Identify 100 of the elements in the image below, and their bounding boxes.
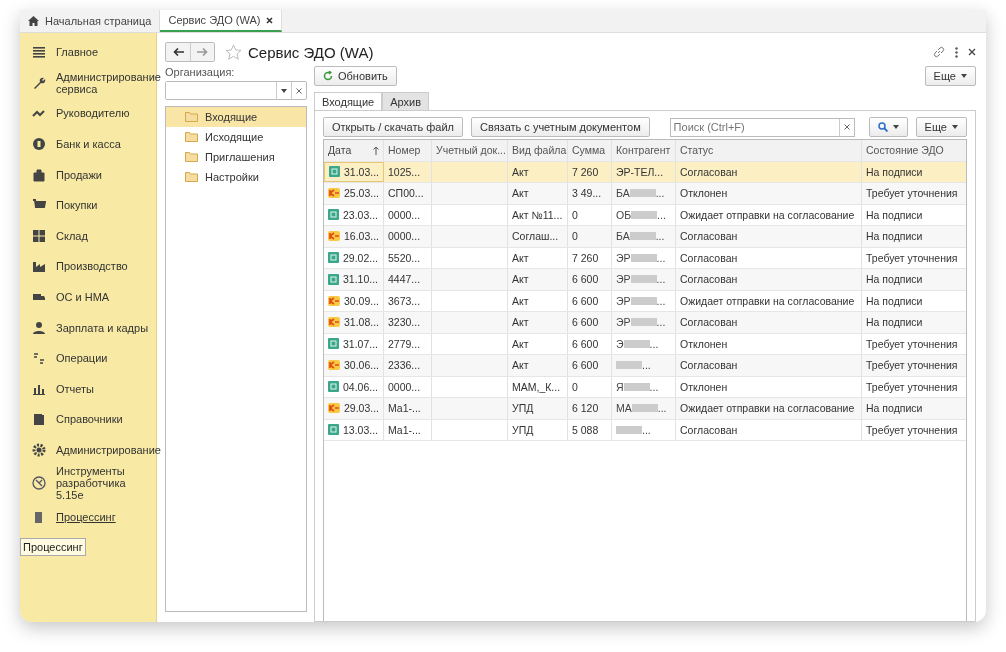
search-button[interactable]	[868, 117, 908, 137]
field-label: Организация:	[165, 66, 236, 80]
document-icon	[328, 424, 339, 436]
table-cell: 5 088	[572, 423, 599, 436]
table-cell: Согласован	[680, 423, 738, 436]
sidebar-item[interactable]: Отчеты	[56, 382, 95, 395]
table-cell: 04.06...	[343, 380, 379, 393]
sidebar-item[interactable]: Операции	[56, 352, 108, 365]
column-header[interactable]: Состояние ЭДО	[866, 144, 944, 157]
sidebar-item[interactable]: Справочники	[56, 413, 123, 426]
clear-icon[interactable]	[843, 124, 850, 130]
table-cell: Требует уточнения	[866, 251, 958, 264]
folder-icon	[185, 132, 198, 142]
search-box[interactable]: Поиск (Ctrl+F)	[669, 117, 855, 137]
column-header[interactable]: Статус	[680, 144, 714, 157]
table-cell: 2336...	[388, 359, 421, 372]
column-header[interactable]: Номер	[388, 144, 421, 157]
column-header[interactable]: Сумма	[572, 144, 605, 157]
form-tab[interactable]: Входящие	[314, 92, 383, 110]
table-cell: 25.03...	[343, 187, 379, 200]
table-row[interactable]: 31.07... 2779... Акт 6 600 Э ... Отклонен Требует уточнения	[324, 333, 966, 355]
ellipsis-text: ...	[655, 187, 665, 200]
sidebar-item[interactable]: Продажи	[56, 168, 102, 181]
star-icon[interactable]	[225, 43, 242, 61]
person-icon	[32, 320, 46, 335]
table-row[interactable]: 16.03... 0000... Соглаш... 0 БА ... Согласован На подписи	[324, 226, 966, 248]
sort-icon	[373, 145, 379, 155]
refresh-button[interactable]: Обновить	[314, 66, 397, 86]
table-cell: 3673...	[388, 294, 421, 307]
open-file-button[interactable]: Открыть / скачать файл	[323, 117, 463, 137]
bag-icon	[32, 167, 46, 182]
caret-icon[interactable]	[281, 88, 287, 93]
more-button[interactable]: Еще	[915, 117, 967, 137]
table-cell: УПД	[512, 423, 534, 436]
table-row[interactable]: 30.06... 2336... Акт 6 600 ... Согласован Требует уточнения	[324, 355, 966, 377]
column-header[interactable]: Вид файла	[512, 144, 567, 157]
table-cell: Акт	[512, 359, 529, 372]
sidebar-item[interactable]: Зарплата и кадры	[56, 321, 149, 334]
table-cell: ЭР	[616, 294, 631, 307]
table-cell: Требует уточнения	[866, 187, 958, 200]
table-row[interactable]: 13.03... Ма1-... УПД 5 088 ... Согласован Требует уточнения	[324, 419, 966, 441]
table-row[interactable]: 04.06... 0000... МАМ,_К... 0 Я ... Отклонен Требует уточнения	[324, 376, 966, 398]
table-row[interactable]: 25.03... СП00... Акт 3 49... БА ... Отклонен Требует уточнения	[324, 183, 966, 205]
sidebar-item[interactable]: Главное	[56, 46, 99, 59]
sidebar-item[interactable]: Администрирование сервиса	[56, 70, 161, 95]
table-cell: МАМ,_К...	[512, 380, 561, 393]
table-row[interactable]: 23.03... 0000... Акт №11... 0 ОБ ... Ожидает отправки на согласование На подписи	[324, 204, 966, 226]
tree-item[interactable]: Приглашения	[166, 147, 306, 167]
table-row[interactable]: 31.03... 1025... Акт 7 260 ЭР-ТЕЛ... Согласован На подписи	[324, 161, 966, 183]
tree-item[interactable]: Настройки	[166, 167, 306, 187]
close-icon[interactable]	[266, 16, 274, 24]
table-cell: УПД	[512, 402, 534, 415]
sidebar-item[interactable]: Инструменты разработчика 5.15e	[56, 465, 156, 502]
sidebar-item[interactable]: Банк и касса	[56, 138, 121, 151]
table-row[interactable]: 31.10... 4447... Акт 6 600 ЭР ... Согласован На подписи	[324, 269, 966, 291]
table-cell: Отклонен	[680, 337, 728, 350]
table-cell: ЭР	[616, 316, 631, 329]
window-tab[interactable]: Сервис ЭДО (WA)	[160, 10, 283, 32]
sidebar-item[interactable]: Покупки	[56, 199, 98, 212]
sidebar-item[interactable]: Администрирование	[56, 444, 161, 456]
tree-item[interactable]: Входящие	[166, 107, 306, 127]
table-row[interactable]: 31.08... 3230... Акт 6 600 ЭР ... Согласован На подписи	[324, 312, 966, 334]
table-cell: Ожидает отправки на согласование	[680, 208, 855, 221]
table-cell: ОБ	[616, 208, 632, 221]
caret-icon	[961, 74, 967, 78]
more-button[interactable]: Еще	[924, 66, 976, 86]
clear-icon[interactable]	[296, 87, 302, 94]
table-cell: 0000...	[388, 230, 421, 243]
close-icon[interactable]	[968, 48, 976, 56]
form-tab[interactable]: Архив	[382, 92, 429, 110]
table-cell: 1025...	[388, 165, 421, 178]
table-row[interactable]: 30.09... 3673... Акт 6 600 ЭР ... Ожидает отправки на согласование На подписи	[324, 290, 966, 312]
table-cell: 6 600	[572, 316, 599, 329]
ellipsis-text: ...	[649, 380, 659, 393]
table-row[interactable]: 29.02... 5520... Акт 7 260 ЭР ... Согласован Требует уточнения	[324, 247, 966, 269]
sidebar-item[interactable]: Процессинг	[56, 510, 116, 523]
table-cell: Ма1-...	[388, 423, 421, 436]
tree-item[interactable]: Исходящие	[166, 127, 306, 147]
sidebar-item[interactable]: Склад	[56, 229, 88, 242]
column-header[interactable]: Контрагент	[616, 144, 671, 157]
sidebar-item[interactable]: ОС и НМА	[56, 291, 110, 304]
ellipsis-text: ...	[649, 337, 659, 350]
column-header[interactable]: Учетный док...	[436, 144, 506, 157]
document-icon	[328, 381, 339, 393]
table-cell: 7 260	[572, 165, 599, 178]
table-cell: Акт	[512, 273, 529, 286]
link-document-button[interactable]: Связать с учетным документом	[470, 117, 650, 137]
column-header[interactable]: Дата	[328, 144, 352, 157]
table-cell: Акт	[512, 187, 529, 200]
ellipsis-text: ...	[656, 316, 666, 329]
document-icon	[329, 166, 340, 178]
more-icon[interactable]	[955, 46, 958, 58]
sidebar-item[interactable]: Производство	[56, 260, 128, 273]
table-cell: 30.06...	[343, 359, 379, 372]
table-cell: Требует уточнения	[866, 423, 958, 436]
sidebar-item[interactable]: Руководителю	[56, 107, 130, 120]
link-icon[interactable]	[933, 46, 945, 58]
back-button[interactable]	[166, 43, 190, 61]
table-row[interactable]: 29.03... Ма1-... УПД 6 120 МА ... Ожидает отправки на согласование На подписи	[324, 398, 966, 420]
logo-icon	[328, 360, 340, 371]
